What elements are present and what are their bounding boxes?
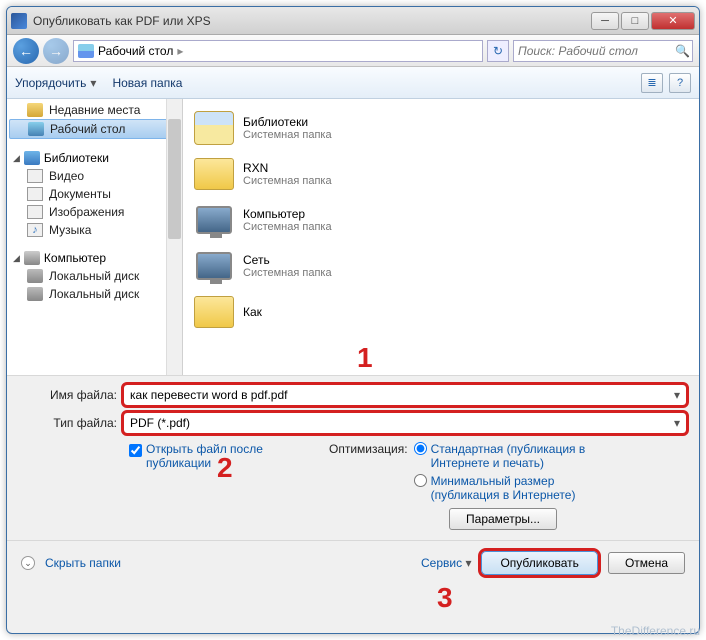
search-icon: 🔍 [675, 44, 690, 58]
computer-icon [196, 206, 232, 234]
cancel-button[interactable]: Отмена [608, 552, 685, 574]
open-after-checkbox[interactable] [129, 444, 142, 457]
sidebar-item-video[interactable]: Видео [7, 167, 182, 185]
folder-icon [194, 158, 234, 190]
minimal-radio[interactable] [414, 474, 427, 487]
toolbar: Упорядочить▾ Новая папка ≣ ? [7, 67, 699, 99]
breadcrumb-sep-icon[interactable]: ▸ [177, 44, 183, 58]
chevron-down-icon[interactable]: ⌄ [21, 556, 35, 570]
close-button[interactable]: ✕ [651, 12, 695, 30]
new-folder-button[interactable]: Новая папка [112, 76, 182, 90]
libraries-icon [24, 151, 40, 165]
dialog-window: Опубликовать как PDF или XPS ─ □ ✕ ← → Р… [6, 6, 700, 634]
file-item-libraries[interactable]: БиблиотекиСистемная папка [187, 105, 695, 151]
standard-radio[interactable] [414, 442, 427, 455]
desktop-icon [78, 44, 94, 58]
filename-label: Имя файла: [19, 388, 123, 402]
sidebar-item-recent[interactable]: Недавние места [7, 101, 182, 119]
sidebar-group-libraries[interactable]: ◢Библиотеки [7, 149, 182, 167]
file-item-computer[interactable]: КомпьютерСистемная папка [187, 197, 695, 243]
navigation-bar: ← → Рабочий стол ▸ ↻ 🔍 [7, 35, 699, 67]
organize-button[interactable]: Упорядочить▾ [15, 76, 96, 90]
open-after-label[interactable]: Открыть файл после публикации [146, 442, 289, 470]
folder-icon [194, 296, 234, 328]
footer: ⌄ Скрыть папки Сервис ▾ Опубликовать Отм… [7, 540, 699, 585]
address-bar[interactable]: Рабочий стол ▸ [73, 40, 483, 62]
desktop-icon [28, 122, 44, 136]
optimization-label: Оптимизация: [329, 442, 408, 456]
watermark: TheDifference.ru [611, 624, 700, 638]
help-button[interactable]: ? [669, 73, 691, 93]
file-list[interactable]: БиблиотекиСистемная папка RXNСистемная п… [183, 99, 699, 375]
file-item-rxn[interactable]: RXNСистемная папка [187, 151, 695, 197]
titlebar: Опубликовать как PDF или XPS ─ □ ✕ [7, 7, 699, 35]
window-title: Опубликовать как PDF или XPS [33, 14, 591, 28]
network-icon [196, 252, 232, 280]
publish-button[interactable]: Опубликовать [481, 551, 597, 575]
annotation-3: 3 [437, 582, 453, 614]
documents-icon [27, 187, 43, 201]
video-icon [27, 169, 43, 183]
refresh-button[interactable]: ↻ [487, 40, 509, 62]
sidebar-item-disk2[interactable]: Локальный диск [7, 285, 182, 303]
disk-icon [27, 269, 43, 283]
fields-panel: Имя файла: как перевести word в pdf.pdf … [7, 375, 699, 540]
images-icon [27, 205, 43, 219]
sidebar-item-images[interactable]: Изображения [7, 203, 182, 221]
file-item-network[interactable]: СетьСистемная папка [187, 243, 695, 289]
hide-folders-link[interactable]: Скрыть папки [45, 556, 121, 570]
sidebar: Недавние места Рабочий стол ◢Библиотеки … [7, 99, 183, 375]
computer-icon [24, 251, 40, 265]
minimal-label[interactable]: Минимальный размер (публикация в Интерне… [431, 474, 601, 502]
search-box[interactable]: 🔍 [513, 40, 693, 62]
collapse-icon[interactable]: ◢ [13, 253, 20, 264]
sidebar-item-music[interactable]: ♪Музыка [7, 221, 182, 239]
minimize-button[interactable]: ─ [591, 12, 619, 30]
sidebar-item-documents[interactable]: Документы [7, 185, 182, 203]
sidebar-item-disk1[interactable]: Локальный диск [7, 267, 182, 285]
parameters-button[interactable]: Параметры... [449, 508, 557, 530]
filetype-select[interactable]: PDF (*.pdf) [123, 412, 687, 434]
collapse-icon[interactable]: ◢ [13, 153, 20, 164]
scrollbar-thumb[interactable] [168, 119, 181, 239]
address-location: Рабочий стол [98, 44, 173, 58]
libraries-folder-icon [194, 111, 234, 145]
maximize-button[interactable]: □ [621, 12, 649, 30]
search-input[interactable] [518, 44, 675, 58]
recent-icon [27, 103, 43, 117]
view-button[interactable]: ≣ [641, 73, 663, 93]
sidebar-group-computer[interactable]: ◢Компьютер [7, 249, 182, 267]
filename-input[interactable]: как перевести word в pdf.pdf [123, 384, 687, 406]
standard-label[interactable]: Стандартная (публикация в Интернете и пе… [431, 442, 601, 470]
file-item-kak[interactable]: Как [187, 289, 695, 335]
forward-button[interactable]: → [43, 38, 69, 64]
sidebar-item-desktop[interactable]: Рабочий стол [9, 119, 180, 139]
music-icon: ♪ [27, 223, 43, 237]
disk-icon [27, 287, 43, 301]
back-button[interactable]: ← [13, 38, 39, 64]
filetype-label: Тип файла: [19, 416, 123, 430]
sidebar-scrollbar[interactable] [166, 99, 182, 375]
tools-menu[interactable]: Сервис ▾ [421, 556, 471, 570]
app-icon [11, 13, 27, 29]
